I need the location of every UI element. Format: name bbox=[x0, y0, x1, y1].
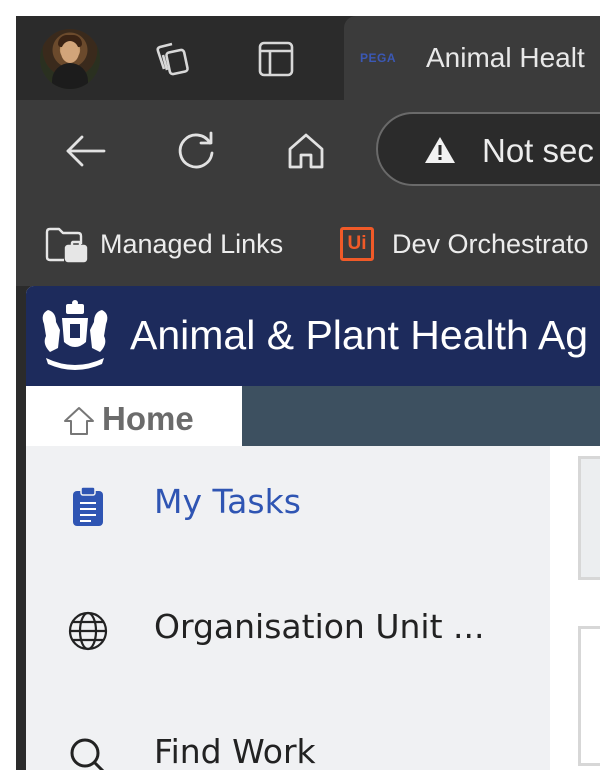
tab-title: Animal Healt bbox=[426, 42, 585, 73]
home-button[interactable] bbox=[282, 127, 330, 175]
globe-icon bbox=[66, 609, 110, 653]
folder-briefcase-icon bbox=[45, 227, 88, 263]
site-title: Animal & Plant Health Ag bbox=[130, 312, 589, 358]
sidebar-nav: My Tasks Organisation Unit ... Find Work bbox=[26, 446, 550, 770]
refresh-button[interactable] bbox=[172, 127, 220, 175]
profile-avatar[interactable] bbox=[40, 29, 100, 89]
tab-home[interactable]: Home bbox=[26, 386, 242, 446]
browser-window: PEGA Animal Healt Not sec Managed Links … bbox=[16, 16, 600, 770]
search-icon bbox=[66, 734, 110, 770]
content-card bbox=[578, 626, 600, 766]
clipboard-icon bbox=[66, 484, 110, 528]
tab-home-label: Home bbox=[102, 400, 194, 437]
royal-crest-icon bbox=[36, 300, 114, 376]
sidebar-item-label: Organisation Unit ... bbox=[154, 607, 485, 646]
home-outline-icon bbox=[288, 133, 324, 169]
web-page: Animal & Plant Health Ag Home My Tasks O… bbox=[26, 286, 600, 770]
bookmark-label: Managed Links bbox=[100, 228, 284, 259]
site-header-banner: Animal & Plant Health Ag bbox=[26, 286, 600, 386]
main-content-area bbox=[550, 446, 600, 770]
tab-strip: PEGA Animal Healt bbox=[16, 16, 600, 100]
address-bar[interactable]: Not sec bbox=[376, 112, 600, 186]
bookmark-managed-links[interactable]: Managed Links bbox=[44, 224, 283, 264]
main-nav-bar: Home bbox=[26, 386, 600, 446]
warning-icon[interactable] bbox=[424, 136, 456, 168]
bookmarks-bar: Managed Links Ui Dev Orchestrato bbox=[16, 202, 600, 286]
bookmark-label: Dev Orchestrato bbox=[392, 228, 589, 259]
home-icon bbox=[62, 406, 96, 440]
tab-actions-icon[interactable] bbox=[256, 39, 296, 79]
content-card bbox=[578, 456, 600, 580]
workspaces-icon[interactable] bbox=[152, 39, 192, 79]
sidebar-item-label: Find Work bbox=[154, 732, 316, 770]
security-status-text: Not sec bbox=[482, 132, 594, 169]
tab-active[interactable]: PEGA Animal Healt bbox=[344, 16, 600, 100]
sidebar-item-find-work[interactable]: Find Work bbox=[26, 714, 550, 770]
uipath-logo-icon: Ui bbox=[340, 227, 374, 261]
back-arrow-icon bbox=[66, 135, 106, 167]
sidebar-item-my-tasks[interactable]: My Tasks bbox=[26, 464, 550, 544]
sidebar-item-label: My Tasks bbox=[154, 482, 301, 521]
browser-toolbar: Not sec bbox=[16, 100, 600, 202]
pega-favicon-icon: PEGA bbox=[360, 51, 397, 65]
bookmark-dev-orchestrator[interactable]: Ui Dev Orchestrato bbox=[340, 224, 589, 264]
back-button[interactable] bbox=[62, 127, 110, 175]
refresh-icon bbox=[178, 131, 214, 169]
sidebar-item-organisation-unit[interactable]: Organisation Unit ... bbox=[26, 589, 550, 669]
